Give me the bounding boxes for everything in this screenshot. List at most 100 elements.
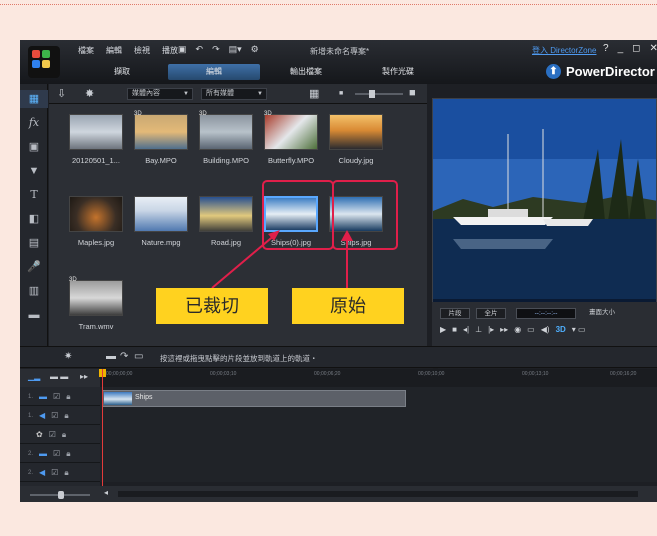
lock-icon[interactable]: 🔒︎ xyxy=(66,392,70,402)
track-enable-checkbox[interactable]: ☑ xyxy=(49,430,56,439)
upgrade-icon[interactable]: ⬆ xyxy=(546,64,561,79)
track-header: ✿ ☑ 🔒︎ xyxy=(20,425,100,444)
undock-icon[interactable]: ▾ ▭ xyxy=(572,325,586,334)
snapshot-icon[interactable]: ◉ xyxy=(514,325,521,334)
save-icon[interactable]: ▣ xyxy=(178,44,187,55)
minimize-button[interactable]: _ xyxy=(618,43,624,54)
media-item[interactable]: 3D Building.MPO xyxy=(193,111,259,165)
track-lane[interactable] xyxy=(100,463,657,482)
lock-icon[interactable]: 🔒︎ xyxy=(62,430,66,440)
media-sort-dropdown[interactable]: 所有媒體 ▼ xyxy=(201,88,267,100)
transition-room-icon[interactable]: ◧ xyxy=(20,210,48,228)
help-button[interactable]: ? xyxy=(603,43,609,54)
lock-icon[interactable]: 🔒︎ xyxy=(64,411,68,421)
edit-mode-icon[interactable]: ▭ xyxy=(134,351,143,362)
slider-knob[interactable] xyxy=(58,491,64,499)
media-thumbnail xyxy=(199,196,253,232)
maximize-button[interactable]: ◻ xyxy=(632,43,640,54)
plugin-icon[interactable]: ✸ xyxy=(85,87,94,100)
next-frame-icon[interactable]: |▸ xyxy=(488,325,494,334)
menu-edit[interactable]: 編輯 xyxy=(106,45,122,56)
volume-icon[interactable]: ◀) xyxy=(541,325,550,334)
slider-knob[interactable] xyxy=(369,90,375,98)
video-track-icon: ▬ xyxy=(39,449,48,458)
media-room-icon[interactable]: ▦ xyxy=(20,90,48,108)
storyboard-icon[interactable]: ▬ xyxy=(106,351,116,362)
media-thumbnail xyxy=(264,114,318,150)
track-enable-checkbox[interactable]: ☑ xyxy=(51,411,58,420)
display-icon[interactable]: ▭ xyxy=(527,325,535,334)
menu-play[interactable]: 播放 xyxy=(162,45,178,56)
timeline-scrollbar[interactable] xyxy=(118,491,638,497)
scroll-left-icon[interactable]: ◂ xyxy=(104,488,108,497)
timecode-display[interactable]: --:--:--:-- xyxy=(516,308,576,319)
close-button[interactable]: ✕ xyxy=(649,43,657,54)
menu-file[interactable]: 檔案 xyxy=(78,45,94,56)
movie-mode-button[interactable]: 全片 xyxy=(476,308,506,319)
media-item[interactable]: 20120501_1... xyxy=(63,114,129,165)
title-room-icon[interactable]: T xyxy=(20,186,48,204)
redo-icon[interactable]: ↷ xyxy=(212,44,220,55)
media-item[interactable]: 3D Butterfly.MPO xyxy=(258,111,324,165)
subtitle-room-icon[interactable]: ▬ xyxy=(20,306,48,324)
media-item[interactable]: Cloudy.jpg xyxy=(323,114,389,165)
track-number: 2. xyxy=(28,469,34,476)
timeline-tools-icon[interactable]: ▸▸ xyxy=(80,372,88,381)
tab-capture[interactable]: 擷取 xyxy=(76,64,168,80)
settings-icon[interactable]: ⚙ xyxy=(251,44,259,55)
track-enable-checkbox[interactable]: ☑ xyxy=(51,468,58,477)
track-enable-checkbox[interactable]: ☑ xyxy=(53,392,60,401)
3d-toggle[interactable]: 3D xyxy=(556,325,566,334)
voiceover-icon[interactable]: 🎤 xyxy=(20,258,48,276)
split-icon[interactable]: ⊥ xyxy=(475,325,482,334)
thumbnail-large-icon[interactable]: ■ xyxy=(409,87,416,99)
clip-mode-button[interactable]: 片段 xyxy=(440,308,470,319)
media-item[interactable]: 3D Bay.MPO xyxy=(128,111,194,165)
import-icon[interactable]: ⇩ xyxy=(57,87,66,100)
undo-icon[interactable]: ↶ xyxy=(196,44,204,55)
thumbnail-small-icon[interactable]: ■ xyxy=(339,90,343,97)
ruler-mark: 00;00;06;20 xyxy=(314,371,341,377)
media-item[interactable]: Road.jpg xyxy=(193,196,259,247)
tab-edit[interactable]: 編輯 xyxy=(168,64,260,80)
pip-room-icon[interactable]: ▣ xyxy=(20,138,48,156)
timeline-view-icon[interactable]: ↷ xyxy=(120,351,128,362)
media-thumbnail xyxy=(329,114,383,150)
sign-in-link[interactable]: 登入 DirectorZone xyxy=(532,45,596,56)
timeline-ruler[interactable]: 00;00;00;00 00;00;03;10 00;00;06;20 00;0… xyxy=(100,369,657,387)
media-filter-dropdown[interactable]: 媒體內容 ▼ xyxy=(127,88,193,100)
track-manager-icon[interactable]: ▬ ▬ xyxy=(50,372,68,381)
grid-view-icon[interactable]: ▦ xyxy=(309,87,319,100)
app-logo-icon xyxy=(28,46,60,78)
track-enable-checkbox[interactable]: ☑ xyxy=(53,449,60,458)
media-item[interactable]: Nature.mpg xyxy=(128,196,194,247)
fx-room-icon[interactable]: fx xyxy=(20,114,48,132)
particle-room-icon[interactable]: ▼ xyxy=(20,162,48,180)
fast-forward-icon[interactable]: ▸▸ xyxy=(500,325,508,334)
track-lane[interactable] xyxy=(100,406,657,425)
prev-frame-icon[interactable]: ◂| xyxy=(463,325,469,334)
audio-mixing-icon[interactable]: ▤ xyxy=(20,234,48,252)
menu-view[interactable]: 檢視 xyxy=(134,45,150,56)
view-size-button[interactable]: 畫面大小 xyxy=(582,308,622,319)
thumbnail-size-slider[interactable] xyxy=(355,90,403,98)
play-icon[interactable]: ▶ xyxy=(440,325,446,334)
lock-icon[interactable]: 🔒︎ xyxy=(64,468,68,478)
media-item[interactable]: 3D Tram.wmv xyxy=(63,277,129,331)
media-name: Bay.MPO xyxy=(145,156,177,165)
preview-image xyxy=(433,99,656,310)
stop-icon[interactable]: ■ xyxy=(452,325,457,334)
track-lane[interactable] xyxy=(100,425,657,444)
lock-icon[interactable]: 🔒︎ xyxy=(66,449,70,459)
timeline-zoom-icon[interactable]: ▁▂ xyxy=(28,372,40,381)
timeline-zoom-slider[interactable] xyxy=(30,491,90,499)
chapter-room-icon[interactable]: ▥ xyxy=(20,282,48,300)
media-item[interactable]: Maples.jpg xyxy=(63,196,129,247)
tab-produce[interactable]: 輸出檔案 xyxy=(260,64,352,80)
track-lane[interactable] xyxy=(100,444,657,463)
timeline-clip[interactable]: Ships xyxy=(102,390,406,407)
playhead[interactable] xyxy=(102,369,103,486)
layout-icon[interactable]: ▤▾ xyxy=(229,44,242,55)
tab-create-disc[interactable]: 製作光碟 xyxy=(352,64,444,80)
magic-tool-icon[interactable]: ✷ xyxy=(64,351,72,362)
